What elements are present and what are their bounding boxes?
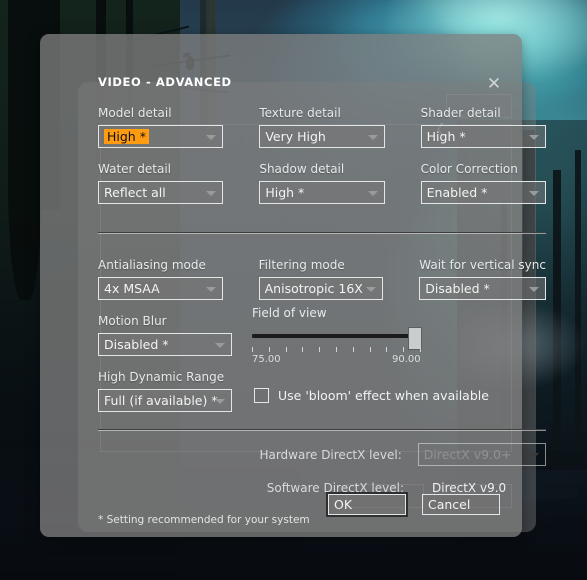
chevron-down-icon [215,342,225,348]
water-detail-dropdown[interactable]: Reflect all [98,181,224,204]
chevron-down-icon [529,452,539,458]
cancel-button[interactable]: Cancel [422,494,500,515]
bloom-checkbox-row[interactable]: Use 'bloom' effect when available [254,388,489,403]
hdr-dropdown[interactable]: Full (if available) * [98,389,232,412]
section-divider [98,232,546,234]
close-icon[interactable]: ✕ [484,74,504,94]
setting-model-detail: Model detail High * [98,106,224,148]
setting-label: Water detail [98,162,172,176]
dropdown-value: High * [265,185,305,200]
chevron-down-icon [205,286,216,292]
setting-label: High Dynamic Range [98,370,225,384]
setting-shadow-detail: Shadow detail High * [259,162,385,204]
slider-tick [403,347,405,352]
slider-tick [386,347,388,352]
settings-row: Antialiasing mode 4x MSAA Filtering mode… [98,258,546,300]
model-detail-dropdown[interactable]: High * [98,125,224,148]
color-correction-dropdown[interactable]: Enabled * [420,181,546,204]
setting-label: Shader detail [420,106,501,120]
setting-antialiasing-mode: Antialiasing mode 4x MSAA [98,258,223,300]
software-directx-value: DirectX v9.0 [432,481,507,495]
setting-filtering-mode: Filtering mode Anisotropic 16X [258,258,384,300]
dropdown-value: Disabled * [104,337,169,352]
slider-scale: 75.00 90.00 [252,354,422,368]
setting-motion-blur: Motion Blur Disabled * [98,314,232,356]
dialog-title: VIDEO - ADVANCED [98,75,232,89]
filtering-mode-dropdown[interactable]: Anisotropic 16X [258,277,384,300]
chevron-down-icon [528,286,539,292]
dialog-button-bar: OK Cancel [326,492,500,517]
hardware-directx-label: Hardware DirectX level: [259,447,402,462]
setting-water-detail: Water detail Reflect all [98,162,224,204]
dropdown-value: DirectX v9.0+ [423,447,512,462]
software-directx-row: Software DirectX level: DirectX v9.0 [258,481,506,495]
chevron-down-icon [206,134,217,140]
slider-tick [336,347,337,352]
hardware-directx-row: Hardware DirectX level: DirectX v9.0+ [244,443,546,466]
dropdown-value: Enabled * [426,185,488,200]
chevron-down-icon [367,134,378,140]
dropdown-value: Full (if available) * [104,393,218,408]
antialiasing-mode-dropdown[interactable]: 4x MSAA [98,277,223,300]
software-directx-label: Software DirectX level: [266,481,404,495]
slider-tick [319,347,321,352]
settings-row: Model detail High * Texture detail Very … [98,106,546,148]
setting-label: Shadow detail [259,162,345,176]
chevron-down-icon [528,190,539,196]
shadow-detail-dropdown[interactable]: High * [259,181,385,204]
slider-max-label: 90.00 [392,354,421,365]
setting-label: Antialiasing mode [98,258,206,272]
dropdown-value: High * [426,129,466,144]
setting-color-correction: Color Correction Enabled * [420,162,546,204]
chevron-down-icon [367,190,378,196]
setting-label: Filtering mode [258,258,345,272]
bloom-checkbox[interactable] [254,388,269,403]
field-of-view-label: Field of view [252,306,327,320]
dropdown-value: High * [104,129,149,144]
ok-button[interactable]: OK [326,492,408,517]
setting-shader-detail: Shader detail High * [420,106,546,148]
chevron-down-icon [206,190,217,196]
slider-tick [369,347,371,352]
setting-wait-for-vertical-sync: Wait for vertical sync Disabled * [419,258,546,300]
footnote-text: * Setting recommended for your system [98,514,310,526]
setting-label: Model detail [98,106,172,120]
setting-high-dynamic-range: High Dynamic Range Full (if available) * [98,370,232,412]
slider-tick [285,347,287,352]
slider-min-label: 75.00 [252,354,281,365]
vertical-sync-dropdown[interactable]: Disabled * [419,277,546,300]
dropdown-value: Anisotropic 16X [264,281,363,296]
slider-tick [268,347,270,352]
chevron-down-icon [528,134,539,140]
bloom-checkbox-label: Use 'bloom' effect when available [278,388,489,403]
field-of-view-slider[interactable] [252,327,422,350]
dropdown-value: Reflect all [104,185,166,200]
slider-tick [420,347,421,352]
video-advanced-dialog: VIDEO - ADVANCED ✕ Model detail High * T… [40,34,546,537]
hardware-directx-dropdown: DirectX v9.0+ [417,443,546,466]
shader-detail-dropdown[interactable]: High * [420,125,546,148]
settings-grid: Model detail High * Texture detail Very … [98,106,546,426]
field-of-view-control: Field of view 75.00 90.00 [252,306,422,368]
dropdown-value: 4x MSAA [104,281,160,296]
chevron-down-icon [215,398,225,404]
slider-tick [352,347,354,352]
slider-ticks [252,347,422,354]
dropdown-value: Very High [265,129,326,144]
slider-tick [252,347,253,352]
settings-row: Water detail Reflect all Shadow detail H… [98,162,546,204]
setting-label: Wait for vertical sync [419,258,546,272]
setting-label: Color Correction [420,162,518,176]
setting-label: Motion Blur [98,314,167,328]
setting-label: Texture detail [259,106,341,120]
section-divider [98,429,546,431]
slider-tick [302,347,304,352]
tree-silhouette [8,0,42,300]
setting-texture-detail: Texture detail Very High [259,106,385,148]
texture-detail-dropdown[interactable]: Very High [259,125,385,148]
chevron-down-icon [366,286,377,292]
motion-blur-dropdown[interactable]: Disabled * [98,333,232,356]
slider-track [252,334,420,338]
dropdown-value: Disabled * [425,281,490,296]
